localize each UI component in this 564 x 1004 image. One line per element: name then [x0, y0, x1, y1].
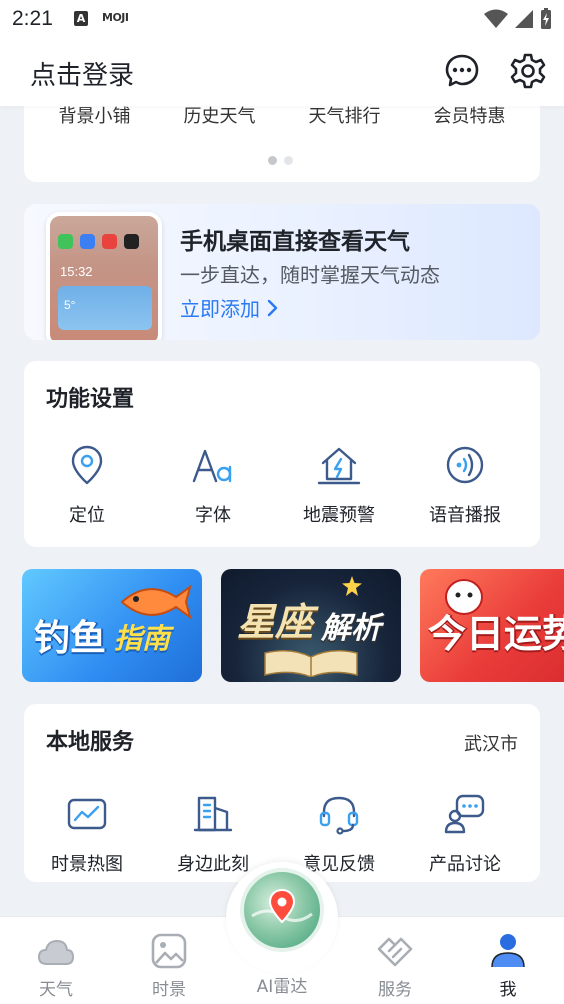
- phone-widget-preview-image: 15:32 5°: [46, 212, 162, 340]
- page-dot: [284, 156, 293, 165]
- service-product-discussion[interactable]: 产品讨论: [402, 792, 528, 876]
- widget-promo-card[interactable]: 15:32 5° 手机桌面直接查看天气 一步直达，随时掌握天气动态 立即添加: [24, 204, 540, 340]
- handshake-icon: [377, 937, 413, 967]
- service-scene-heatmap[interactable]: 时景热图: [24, 792, 150, 876]
- local-services-card: 本地服务 武汉市 时景热图 身边此刻 意见反馈 产品讨论: [24, 704, 540, 882]
- city-selector[interactable]: 武汉市: [464, 730, 518, 756]
- add-widget-link[interactable]: 立即添加: [180, 293, 278, 322]
- service-heatmap-label: 时景热图: [51, 854, 123, 875]
- setting-earthquake-label: 地震预警: [303, 505, 375, 526]
- headset-icon: [319, 796, 359, 835]
- battery-icon: [541, 8, 551, 29]
- photo-icon: [151, 933, 187, 969]
- chat-bubble-icon: [445, 54, 479, 87]
- function-settings-card: 功能设置 定位 字体 地震预警 语音播报: [24, 361, 540, 547]
- radar-map-icon: [251, 888, 313, 924]
- nav-services-label: 服务: [378, 980, 412, 1000]
- discussion-icon: [444, 794, 485, 834]
- nav-scenes-label: 时景: [152, 980, 186, 1000]
- status-bar: 2:21 A MOJI: [0, 0, 564, 40]
- earthquake-house-icon: [317, 447, 361, 485]
- add-widget-label: 立即添加: [180, 297, 260, 321]
- setting-font-label: 字体: [195, 505, 231, 526]
- person-icon: [491, 934, 525, 968]
- header: 点击登录: [0, 40, 564, 106]
- phone-app-icon: [58, 234, 73, 249]
- wifi-icon: [484, 9, 508, 28]
- phone-preview-temp: 5°: [64, 298, 76, 312]
- app-notification-icon: A: [74, 11, 88, 26]
- star-icon: [342, 576, 362, 596]
- setting-voice-broadcast[interactable]: 语音播报: [402, 443, 528, 527]
- location-pin-icon: [71, 445, 103, 485]
- font-icon: [192, 449, 232, 483]
- screen: 2:21 A MOJI 点击登录 背景小铺 历史天气 天气排行 会员特惠 15:…: [0, 0, 564, 1004]
- setting-earthquake-alert[interactable]: 地震预警: [276, 443, 402, 527]
- setting-font[interactable]: 字体: [150, 443, 276, 527]
- fishing-banner-title: 钓鱼: [34, 618, 107, 659]
- fishing-guide-banner[interactable]: 钓鱼 指南: [22, 569, 202, 682]
- phone-preview-time: 15:32: [60, 264, 93, 279]
- promo-title: 手机桌面直接查看天气: [180, 229, 410, 255]
- daily-fortune-title: 今日运势: [428, 612, 564, 656]
- login-link[interactable]: 点击登录: [30, 55, 134, 92]
- horoscope-banner[interactable]: 星座 解析: [221, 569, 401, 682]
- setting-location-label: 定位: [69, 505, 105, 526]
- daily-fortune-banner[interactable]: 今日运势: [420, 569, 564, 682]
- local-services-title: 本地服务: [46, 730, 135, 755]
- chevron-right-icon: [267, 299, 278, 316]
- nav-weather[interactable]: 天气: [0, 917, 112, 1004]
- service-nearby-now[interactable]: 身边此刻: [150, 792, 276, 876]
- horoscope-banner-subtitle: 解析: [321, 611, 381, 646]
- setting-voice-label: 语音播报: [429, 505, 501, 526]
- cellular-signal-icon: [515, 10, 533, 28]
- nav-services[interactable]: 服务: [339, 917, 451, 1004]
- function-settings-title: 功能设置: [46, 387, 135, 412]
- moji-app-icon: [124, 234, 139, 249]
- setting-location[interactable]: 定位: [24, 443, 150, 527]
- nav-me-label: 我: [499, 980, 517, 1000]
- page-dot-active: [268, 156, 277, 165]
- service-discussion-label: 产品讨论: [429, 854, 501, 875]
- page-indicator: [268, 156, 293, 165]
- promo-subtitle: 一步直达，随时掌握天气动态: [180, 263, 440, 287]
- browser-app-icon: [80, 234, 95, 249]
- nav-weather-label: 天气: [39, 980, 73, 1000]
- heatmap-image-icon: [67, 798, 107, 830]
- voice-broadcast-icon: [446, 446, 484, 484]
- open-book-icon: [264, 650, 358, 677]
- gear-icon: [510, 53, 546, 89]
- message-button[interactable]: [442, 51, 482, 91]
- nav-me[interactable]: 我: [452, 917, 564, 1004]
- ai-radar-button[interactable]: [240, 868, 324, 952]
- building-icon: [193, 796, 233, 832]
- horoscope-banner-title: 星座: [237, 600, 314, 644]
- weather-widget-preview: 5°: [58, 286, 152, 330]
- service-nearby-label: 身边此刻: [177, 854, 249, 875]
- moji-notification-icon: MOJI: [102, 11, 129, 24]
- cloud-icon: [37, 939, 75, 965]
- nav-scenes[interactable]: 时景: [113, 917, 225, 1004]
- status-time: 2:21: [12, 7, 53, 30]
- calendar-app-icon: [102, 234, 117, 249]
- app-icons-row: [58, 234, 139, 249]
- nav-ai-radar-label: AI雷达: [256, 977, 308, 997]
- function-settings-grid: 定位 字体 地震预警 语音播报: [24, 443, 540, 527]
- fishing-banner-subtitle: 指南: [114, 622, 171, 655]
- status-icons: [484, 8, 552, 30]
- settings-button[interactable]: [508, 51, 548, 91]
